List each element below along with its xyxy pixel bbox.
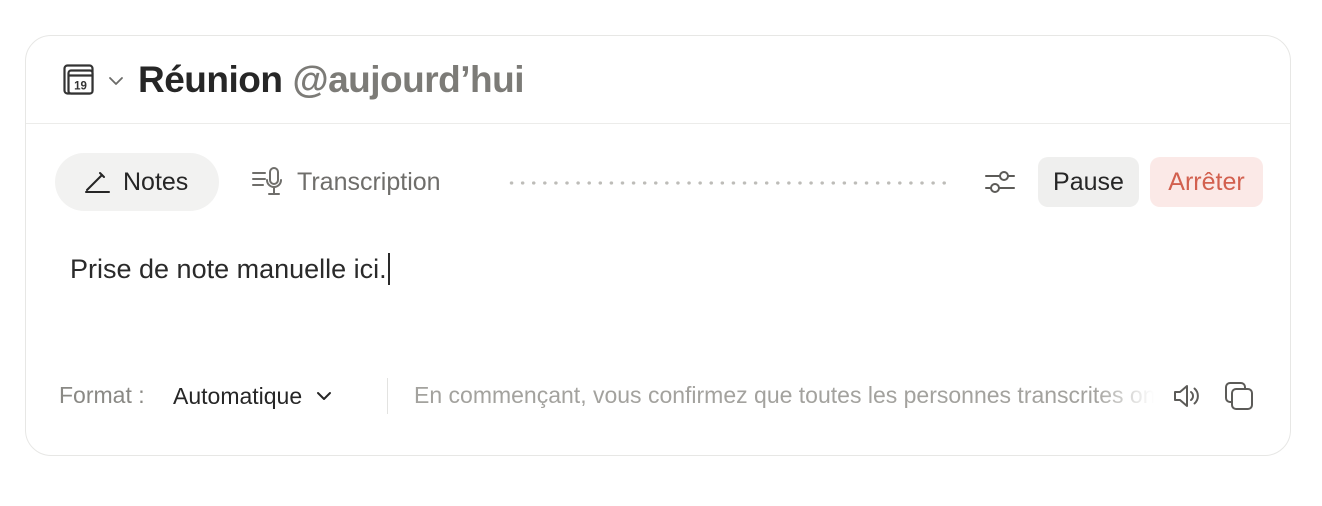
text-caret [387,253,390,285]
format-label: Format : [59,382,145,408]
meeting-card: 19 Réunion @aujourd’hui Notes Transcript… [25,35,1291,456]
card-header: 19 Réunion @aujourd’hui [26,36,1290,124]
format-dropdown[interactable]: Automatique [173,376,334,416]
copy-icon[interactable] [1223,380,1255,412]
page-title[interactable]: Réunion [138,59,283,101]
calendar-icon[interactable]: 19 [62,62,98,98]
chevron-down-icon[interactable] [108,73,124,89]
calendar-day-number: 19 [74,80,87,92]
stop-button[interactable]: Arrêter [1150,157,1263,207]
sliders-icon[interactable] [983,166,1017,198]
pen-icon [83,168,111,196]
consent-notice: En commençant, vous confirmez que toutes… [414,382,1154,408]
format-value: Automatique [173,382,303,409]
pause-button[interactable]: Pause [1038,157,1139,207]
date-mention[interactable]: @aujourd’hui [292,59,524,101]
notes-text: Prise de note manuelle ici. [70,253,387,284]
tab-notes[interactable]: Notes [55,153,219,211]
tab-transcription[interactable]: Transcription [251,153,441,211]
tab-transcription-label: Transcription [297,167,441,196]
card-footer: Format : Automatique En commençant, vous… [59,376,1254,416]
notes-editor[interactable]: Prise de note manuelle ici. [70,249,1250,289]
tab-notes-label: Notes [123,167,189,196]
divider [387,378,388,414]
speaker-icon[interactable] [1171,380,1203,412]
chevron-down-icon [314,386,334,406]
audio-level-indicator [506,181,950,185]
toolbar: Notes Transcription Pause Arrêter [55,153,1263,211]
transcript-mic-icon [251,166,287,198]
